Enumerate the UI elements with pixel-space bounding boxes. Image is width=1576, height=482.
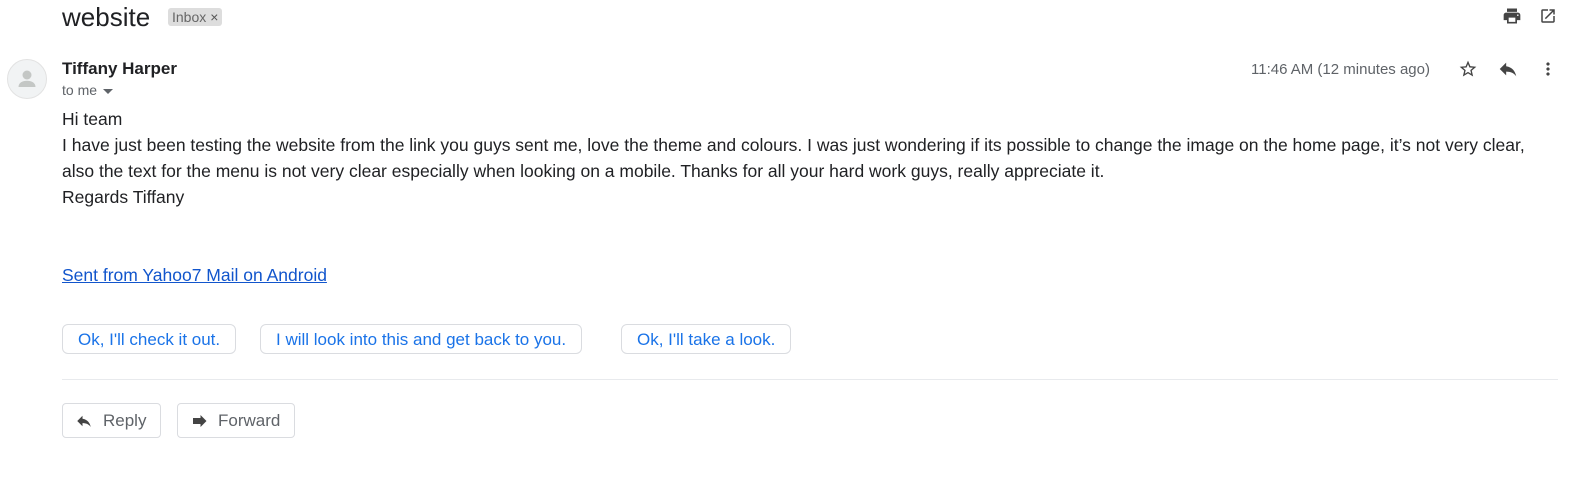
reply-icon[interactable] (1497, 58, 1519, 80)
more-vertical-icon[interactable] (1537, 58, 1559, 80)
recipient-text: to me (62, 82, 98, 98)
signature-link[interactable]: Sent from Yahoo7 Mail on Android (62, 262, 327, 288)
smart-reply-button[interactable]: Ok, I'll check it out. (62, 324, 237, 354)
caret-down-icon (103, 80, 114, 100)
recipient-details-toggle[interactable]: to me (62, 80, 114, 100)
open-in-new-window-icon[interactable] (1538, 6, 1558, 26)
star-outline-icon[interactable] (1457, 58, 1479, 80)
print-icon[interactable] (1502, 6, 1522, 26)
body-paragraph: I have just been testing the website fro… (62, 135, 1525, 181)
smart-reply-button[interactable]: I will look into this and get back to yo… (260, 324, 583, 354)
smart-reply-button[interactable]: Ok, I'll take a look. (621, 324, 792, 354)
body-closing: Regards Tiffany (62, 187, 185, 207)
email-timestamp: 11:46 AM (12 minutes ago) (1251, 61, 1430, 78)
reply-button[interactable]: Reply (62, 403, 162, 438)
reply-button-label: Reply (103, 411, 147, 430)
forward-icon (190, 412, 208, 430)
remove-label-button[interactable]: × (210, 8, 218, 26)
reply-icon (75, 412, 93, 430)
label-text: Inbox (172, 9, 207, 25)
email-body: Hi team I have just been testing the web… (62, 106, 1552, 210)
forward-button-label: Forward (218, 411, 281, 430)
forward-button[interactable]: Forward (177, 403, 296, 438)
divider (62, 379, 1558, 380)
sender-name[interactable]: Tiffany Harper (62, 58, 177, 80)
person-icon (18, 70, 36, 87)
body-greeting: Hi team (62, 109, 123, 129)
sender-avatar[interactable] (7, 59, 47, 99)
inbox-label-chip: Inbox × (168, 8, 223, 26)
email-subject: website (62, 2, 151, 32)
